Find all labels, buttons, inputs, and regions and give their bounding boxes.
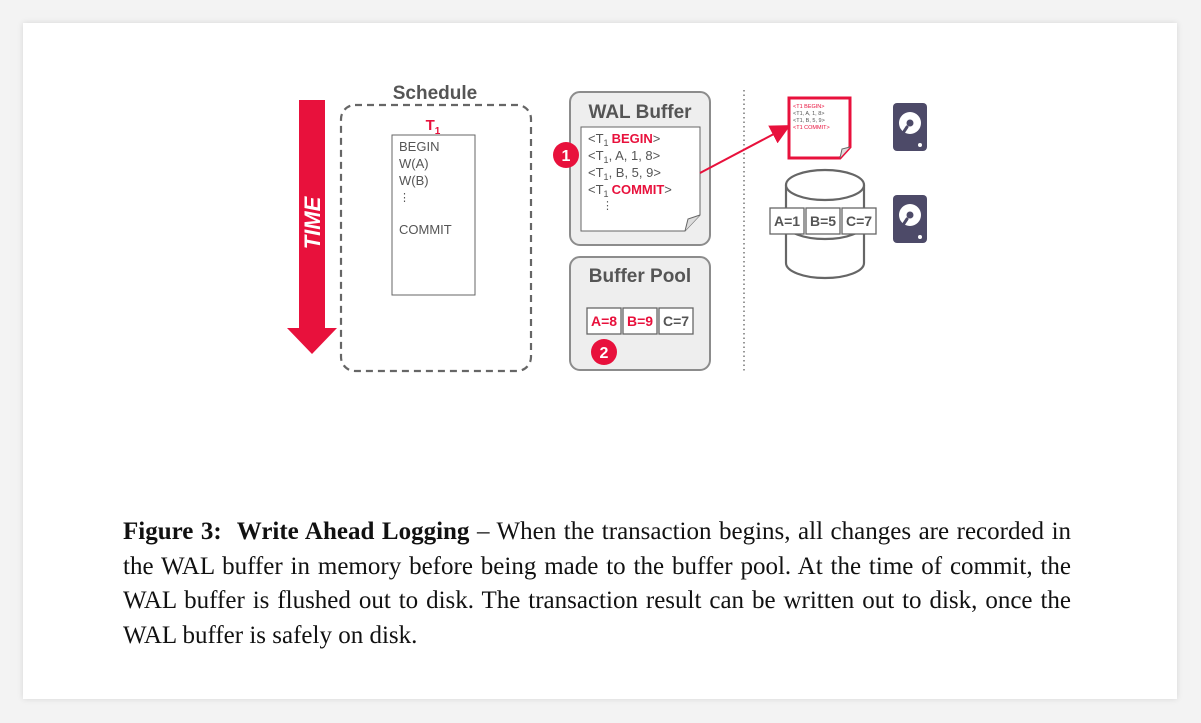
buffer-pool-cells: A=8 B=9 C=7 bbox=[586, 307, 694, 335]
hard-disk-icon bbox=[893, 103, 927, 151]
wal-record-a: <T1, A, 1, 8> bbox=[588, 148, 660, 165]
disk-cells: A=1 B=5 C=7 bbox=[769, 207, 877, 235]
schedule-op: COMMIT bbox=[399, 222, 452, 237]
schedule-title: Schedule bbox=[393, 83, 477, 104]
wal-record-b: <T1, B, 5, 9> bbox=[588, 165, 661, 182]
schedule-op: BEGIN bbox=[399, 139, 439, 154]
time-arrow: TIME bbox=[287, 100, 337, 354]
transaction-label: T1 bbox=[426, 117, 441, 137]
schedule-op: ⋮ bbox=[399, 192, 410, 204]
disk-log-a: <T1, A, 1, 8> bbox=[793, 111, 825, 117]
disk-cell-b: B=5 bbox=[810, 213, 836, 229]
disk-log-file: <T1 BEGIN> <T1, A, 1, 8> <T1, B, 5, 9> <… bbox=[787, 96, 852, 160]
caption-title: Write Ahead Logging bbox=[236, 518, 470, 545]
wal-ellipsis: ⋮ bbox=[602, 199, 613, 212]
wal-record-commit: <T1 COMMIT> bbox=[588, 182, 672, 199]
figure-caption: Figure 3: Write Ahead Logging – When the… bbox=[123, 515, 1071, 653]
schedule-op: W(A) bbox=[399, 156, 429, 171]
hard-disk-icon bbox=[893, 195, 927, 243]
disk-log-begin: <T1 BEGIN> bbox=[793, 104, 825, 110]
wal-buffer-panel: WAL Buffer <T1 BEGIN> <T1, A, 1, 8> <T1, … bbox=[553, 91, 711, 246]
disk-log-lines: <T1 BEGIN> <T1, A, 1, 8> <T1, B, 5, 9> <… bbox=[793, 104, 830, 131]
caption-label: Figure 3: bbox=[123, 518, 222, 545]
buffer-pool-title: Buffer Pool bbox=[589, 266, 691, 287]
buffer-pool-panel: Buffer Pool A=8 B=9 C=7 2 bbox=[569, 256, 711, 371]
buffer-cell-a: A=8 bbox=[591, 313, 617, 329]
flush-arrow bbox=[699, 125, 791, 174]
step-1-number: 1 bbox=[562, 148, 571, 165]
schedule-op: W(B) bbox=[399, 173, 429, 188]
wal-record-begin: <T1 BEGIN> bbox=[588, 131, 660, 148]
step-2-number: 2 bbox=[600, 345, 609, 362]
disk-cell-a: A=1 bbox=[774, 213, 800, 229]
database-cylinder: A=1 B=5 C=7 bbox=[769, 168, 877, 280]
caption-dash: – bbox=[476, 518, 490, 545]
time-label: TIME bbox=[300, 195, 325, 249]
schedule-panel: Schedule T1 BEGIN W(A) W(B) ⋮ COMMIT bbox=[339, 83, 533, 373]
disk-cell-c: C=7 bbox=[846, 213, 872, 229]
paper-page: TIME Schedule T1 BEGIN W(A) W(B) ⋮ COMMIT WA… bbox=[23, 23, 1177, 699]
buffer-cell-b: B=9 bbox=[627, 313, 653, 329]
wal-buffer-title: WAL Buffer bbox=[588, 102, 692, 123]
wal-figure: TIME Schedule T1 BEGIN W(A) W(B) ⋮ COMMIT WA… bbox=[287, 83, 927, 373]
buffer-cell-c: C=7 bbox=[663, 313, 689, 329]
disk-log-commit: <T1 COMMIT> bbox=[793, 125, 830, 131]
disk-log-b: <T1, B, 5, 9> bbox=[793, 118, 825, 124]
